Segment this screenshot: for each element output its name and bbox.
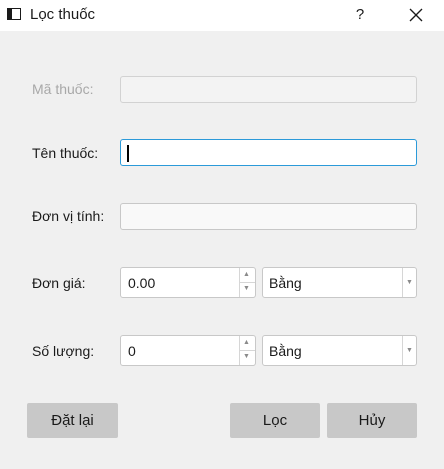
don-gia-decrement-button[interactable]: ▼: [240, 282, 255, 296]
chevron-down-icon: ▼: [406, 347, 413, 354]
close-icon: [409, 8, 423, 22]
chevron-down-icon: ▼: [243, 353, 250, 360]
don-gia-value[interactable]: 0.00: [128, 275, 155, 291]
ten-thuoc-field[interactable]: [120, 139, 417, 166]
don-gia-comparator-select[interactable]: Bằng ▼: [262, 267, 417, 298]
so-luong-spinner[interactable]: 0 ▲ ▼: [120, 335, 256, 366]
chevron-up-icon: ▲: [243, 339, 250, 346]
cancel-button[interactable]: Hủy: [327, 403, 417, 438]
so-luong-comparator-select[interactable]: Bằng ▼: [262, 335, 417, 366]
text-caret: [127, 145, 129, 162]
don-gia-label: Đơn giá:: [32, 275, 86, 291]
so-luong-decrement-button[interactable]: ▼: [240, 350, 255, 364]
so-luong-value[interactable]: 0: [128, 343, 136, 359]
ten-thuoc-label: Tên thuốc:: [32, 145, 99, 161]
ma-thuoc-field: [120, 76, 417, 103]
don-gia-spin-buttons: ▲ ▼: [239, 268, 255, 297]
chevron-down-icon: ▼: [243, 285, 250, 292]
so-luong-comparator-value: Bằng: [269, 343, 302, 359]
so-luong-label: Số lượng:: [32, 343, 95, 359]
don-gia-spinner[interactable]: 0.00 ▲ ▼: [120, 267, 256, 298]
help-button[interactable]: ?: [350, 4, 370, 26]
close-button[interactable]: [404, 4, 428, 26]
filter-button[interactable]: Lọc: [230, 403, 320, 438]
so-luong-increment-button[interactable]: ▲: [240, 336, 255, 351]
don-vi-tinh-label: Đơn vị tính:: [32, 208, 105, 224]
reset-button[interactable]: Đặt lại: [27, 403, 118, 438]
window-title: Lọc thuốc: [30, 6, 96, 23]
window-app-icon: [7, 8, 21, 20]
so-luong-spin-buttons: ▲ ▼: [239, 336, 255, 365]
chevron-up-icon: ▲: [243, 271, 250, 278]
don-gia-increment-button[interactable]: ▲: [240, 268, 255, 283]
title-bar: Lọc thuốc ?: [0, 0, 444, 31]
ma-thuoc-label: Mã thuốc:: [32, 81, 94, 97]
don-vi-tinh-field[interactable]: [120, 203, 417, 230]
don-gia-comparator-value: Bằng: [269, 275, 302, 291]
chevron-down-icon: ▼: [406, 279, 413, 286]
don-gia-dropdown-button[interactable]: ▼: [402, 268, 416, 297]
so-luong-dropdown-button[interactable]: ▼: [402, 336, 416, 365]
